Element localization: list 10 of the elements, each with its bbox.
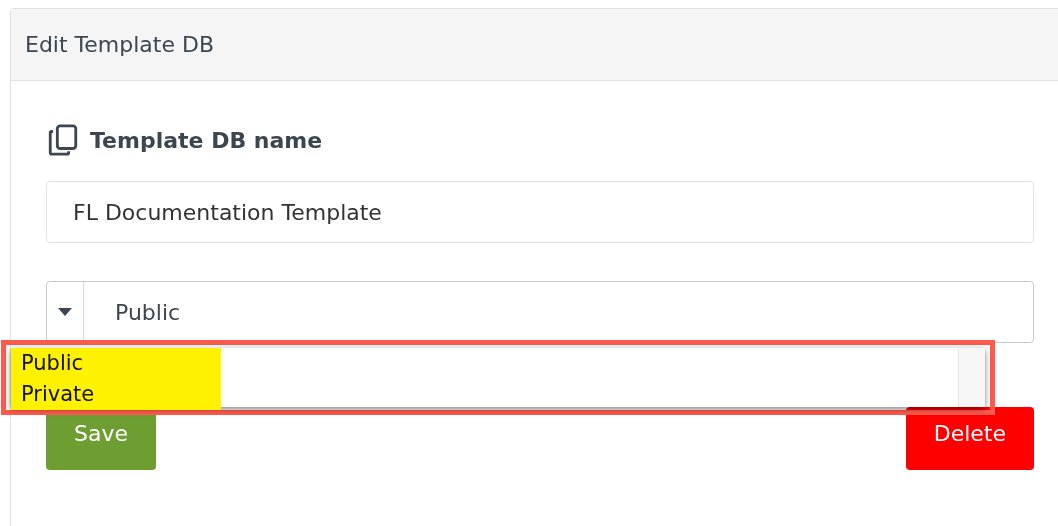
delete-button[interactable]: Delete <box>905 407 1034 470</box>
visibility-select[interactable]: Public <box>46 281 1034 343</box>
select-value: Public <box>114 299 181 325</box>
name-input-field[interactable]: FL Documentation Template <box>46 181 1034 243</box>
panel-title: Edit Template DB <box>25 32 214 57</box>
dropdown-option[interactable]: Private <box>11 379 221 410</box>
copy-icon <box>46 123 80 157</box>
caret-icon <box>58 308 72 316</box>
dropdown-option[interactable]: Public <box>11 348 221 379</box>
field-label: Template DB name <box>90 127 323 153</box>
